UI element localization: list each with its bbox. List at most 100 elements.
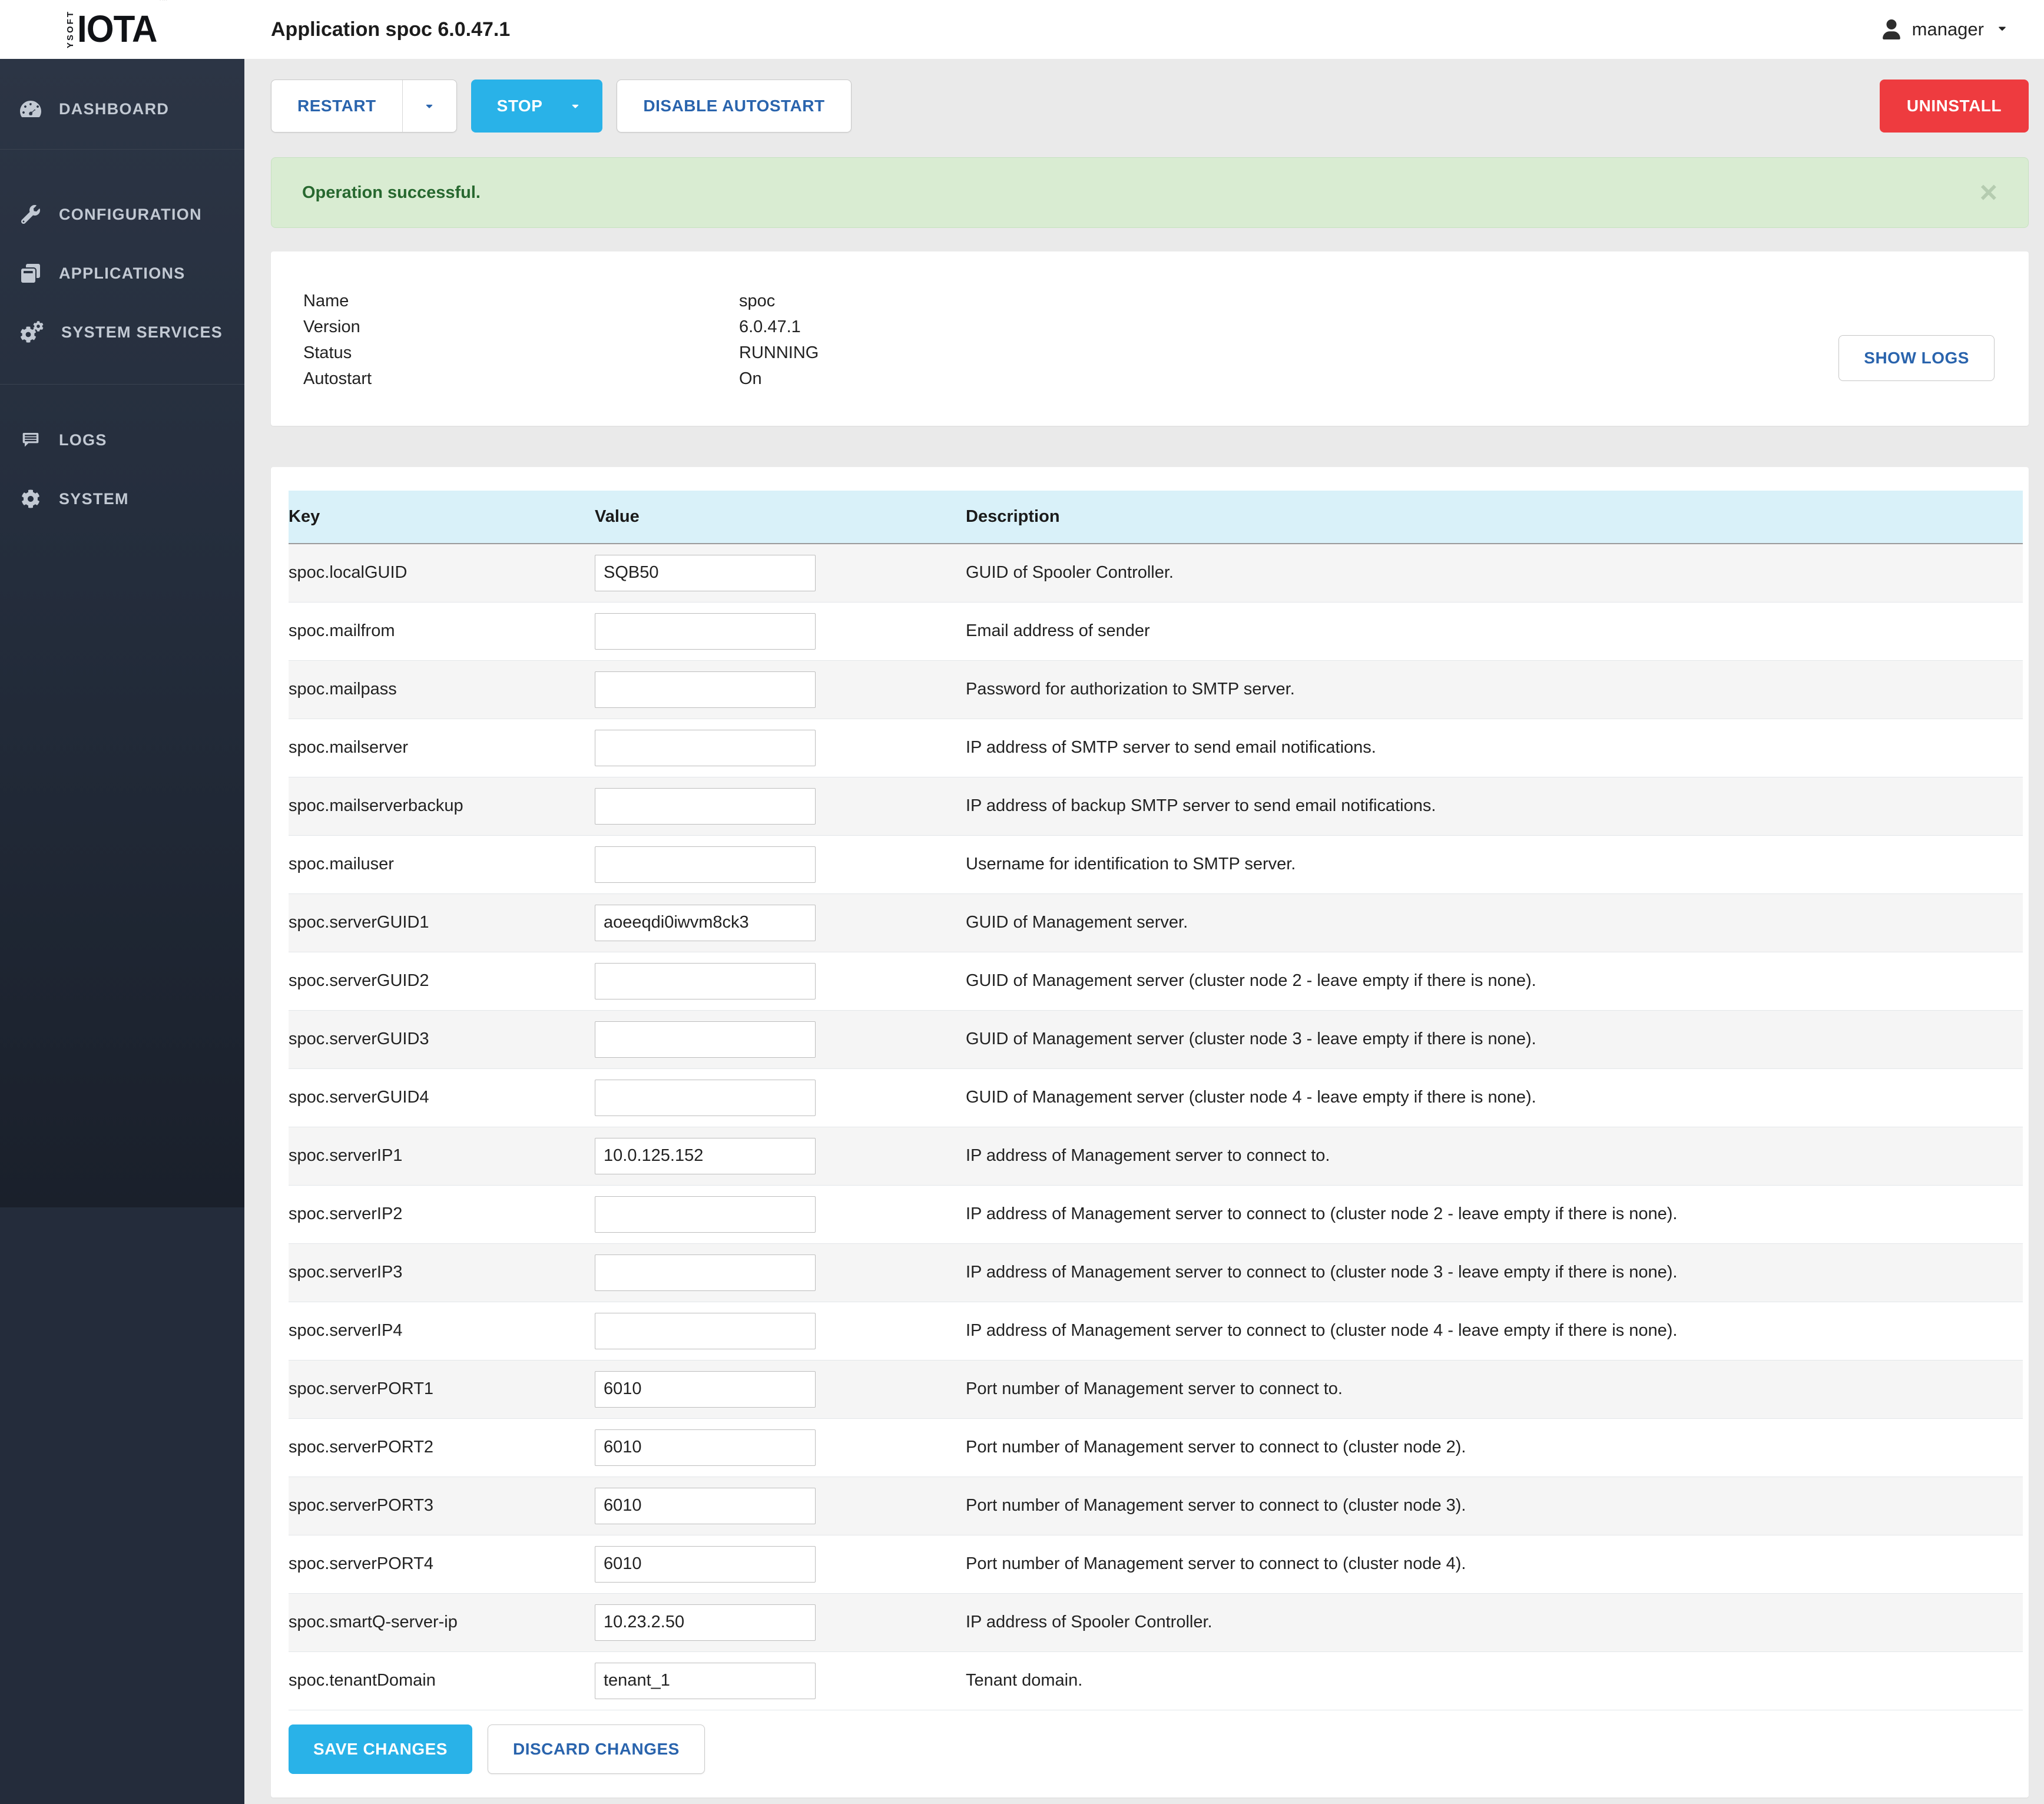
table-row: spoc.serverPORT1Port number of Managemen…	[289, 1360, 2023, 1418]
value-input[interactable]	[595, 555, 816, 591]
trademark-symbol: ™	[158, 0, 167, 6]
stop-button[interactable]: STOP	[471, 80, 603, 133]
column-header-description: Description	[966, 491, 2023, 544]
config-value-cell	[595, 1185, 966, 1243]
value-input[interactable]	[595, 1313, 816, 1349]
table-row: spoc.serverIP2IP address of Management s…	[289, 1185, 2023, 1243]
config-value-cell	[595, 952, 966, 1010]
close-icon[interactable]: ×	[1980, 177, 1997, 208]
info-row-version: Version 6.0.47.1	[303, 314, 2029, 340]
table-row: spoc.localGUIDGUID of Spooler Controller…	[289, 544, 2023, 602]
sidebar-item-applications[interactable]: APPLICATIONS	[0, 244, 244, 303]
config-value-cell	[595, 1360, 966, 1418]
config-description: Password for authorization to SMTP serve…	[966, 660, 2023, 719]
restart-button-label[interactable]: RESTART	[271, 80, 402, 132]
value-input[interactable]	[595, 1254, 816, 1291]
value-input[interactable]	[595, 1138, 816, 1174]
config-value-cell	[595, 1535, 966, 1593]
config-key: spoc.serverPORT2	[289, 1418, 595, 1477]
config-key: spoc.serverGUID4	[289, 1068, 595, 1127]
alert-message: Operation successful.	[302, 183, 481, 203]
app-info-card: Name spoc Version 6.0.47.1 Status RUNNIN…	[271, 251, 2029, 426]
restart-button[interactable]: RESTART	[271, 80, 457, 133]
sidebar-item-system[interactable]: SYSTEM	[0, 469, 244, 528]
info-row-autostart: Autostart On	[303, 366, 2029, 392]
stop-dropdown-toggle[interactable]	[548, 80, 602, 133]
sidebar-item-dashboard[interactable]: DASHBOARD	[0, 80, 244, 138]
page-title: Application spoc 6.0.47.1	[271, 18, 510, 41]
config-table-card: Key Value Description spoc.localGUIDGUID…	[271, 467, 2029, 1798]
value-input[interactable]	[595, 730, 816, 766]
config-value-cell	[595, 1127, 966, 1185]
value-input[interactable]	[595, 1196, 816, 1233]
config-key: spoc.mailpass	[289, 660, 595, 719]
sidebar-item-logs[interactable]: LOGS	[0, 411, 244, 469]
config-value-cell	[595, 777, 966, 835]
config-key: spoc.mailuser	[289, 835, 595, 893]
config-description: Port number of Management server to conn…	[966, 1477, 2023, 1535]
user-name: manager	[1912, 19, 1984, 40]
sidebar-menu: DASHBOARD CONFIGURATION APPLICATIONS SYS…	[0, 59, 244, 1207]
table-row: spoc.serverIP3IP address of Management s…	[289, 1243, 2023, 1302]
status-value: RUNNING	[739, 340, 819, 366]
value-input[interactable]	[595, 1488, 816, 1524]
value-input[interactable]	[595, 1663, 816, 1699]
config-key: spoc.tenantDomain	[289, 1651, 595, 1710]
value-input[interactable]	[595, 963, 816, 999]
config-key: spoc.serverIP4	[289, 1302, 595, 1360]
disable-autostart-label: DISABLE AUTOSTART	[643, 97, 824, 115]
value-input[interactable]	[595, 1604, 816, 1641]
user-menu[interactable]: manager	[1881, 19, 2044, 40]
value-input[interactable]	[595, 671, 816, 708]
config-description: Port number of Management server to conn…	[966, 1535, 2023, 1593]
value-input[interactable]	[595, 846, 816, 883]
table-row: spoc.serverGUID1GUID of Management serve…	[289, 893, 2023, 952]
table-row: spoc.smartQ-server-ipIP address of Spool…	[289, 1593, 2023, 1651]
config-description: IP address of Spooler Controller.	[966, 1593, 2023, 1651]
config-value-cell	[595, 1243, 966, 1302]
config-value-cell	[595, 1302, 966, 1360]
config-value-cell	[595, 1418, 966, 1477]
value-input[interactable]	[595, 1371, 816, 1408]
disable-autostart-button[interactable]: DISABLE AUTOSTART	[617, 80, 851, 133]
table-row: spoc.serverIP1IP address of Management s…	[289, 1127, 2023, 1185]
sidebar-item-label: SYSTEM SERVICES	[61, 323, 223, 342]
table-row: spoc.serverPORT2Port number of Managemen…	[289, 1418, 2023, 1477]
sidebar-item-configuration[interactable]: CONFIGURATION	[0, 185, 244, 244]
value-input[interactable]	[595, 1080, 816, 1116]
caret-down-icon	[422, 101, 436, 111]
stop-button-label[interactable]: STOP	[471, 80, 549, 133]
config-value-cell	[595, 660, 966, 719]
sidebar-item-system-services[interactable]: SYSTEM SERVICES	[0, 303, 244, 362]
config-key: spoc.mailfrom	[289, 602, 595, 660]
config-value-cell	[595, 1068, 966, 1127]
value-input[interactable]	[595, 1021, 816, 1058]
value-input[interactable]	[595, 788, 816, 825]
config-description: IP address of backup SMTP server to send…	[966, 777, 2023, 835]
value-input[interactable]	[595, 613, 816, 650]
form-actions: SAVE CHANGES DISCARD CHANGES	[289, 1724, 2023, 1774]
value-input[interactable]	[595, 905, 816, 941]
discard-changes-button[interactable]: DISCARD CHANGES	[488, 1724, 705, 1774]
table-row: spoc.serverGUID4GUID of Management serve…	[289, 1068, 2023, 1127]
comment-lines-icon	[20, 431, 41, 449]
value-input[interactable]	[595, 1546, 816, 1583]
info-row-name: Name spoc	[303, 288, 2029, 314]
uninstall-button[interactable]: UNINSTALL	[1880, 80, 2029, 133]
config-key: spoc.mailserver	[289, 719, 595, 777]
table-header-row: Key Value Description	[289, 491, 2023, 544]
chevron-down-icon	[1995, 22, 2010, 37]
info-value: spoc	[739, 288, 775, 314]
info-value: 6.0.47.1	[739, 314, 801, 340]
save-changes-button[interactable]: SAVE CHANGES	[289, 1724, 472, 1774]
config-value-cell	[595, 1651, 966, 1710]
sidebar-divider	[0, 384, 244, 385]
info-row-status: Status RUNNING	[303, 340, 2029, 366]
autostart-value: On	[739, 366, 762, 392]
table-row: spoc.mailserverIP address of SMTP server…	[289, 719, 2023, 777]
person-icon	[1881, 19, 1901, 39]
restart-dropdown-toggle[interactable]	[402, 80, 456, 132]
config-description: GUID of Management server.	[966, 893, 2023, 952]
show-logs-button[interactable]: SHOW LOGS	[1838, 335, 1995, 381]
value-input[interactable]	[595, 1429, 816, 1466]
